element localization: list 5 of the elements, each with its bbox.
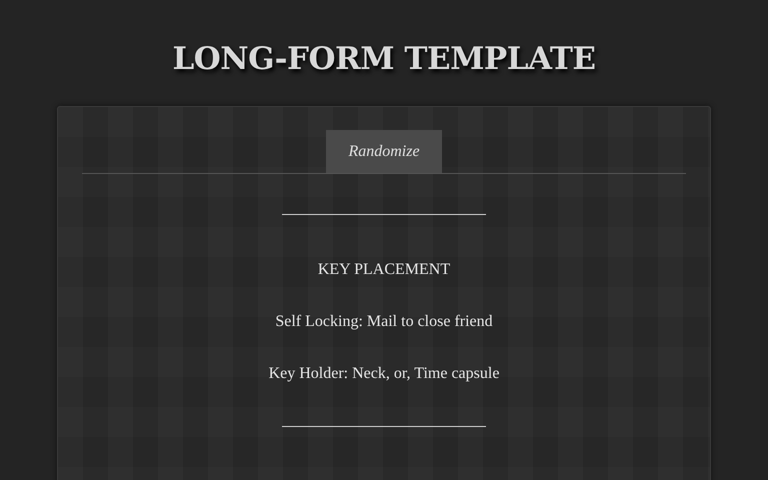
text-line: Self Locking: Mail to close friend	[275, 313, 493, 330]
randomize-button[interactable]: Randomize	[326, 130, 442, 173]
text-line: Key Holder: Neck, or, Time capsule	[268, 365, 500, 382]
section-heading: KEY PLACEMENT	[318, 261, 450, 278]
page-title: LONG-FORM TEMPLATE	[172, 41, 596, 77]
